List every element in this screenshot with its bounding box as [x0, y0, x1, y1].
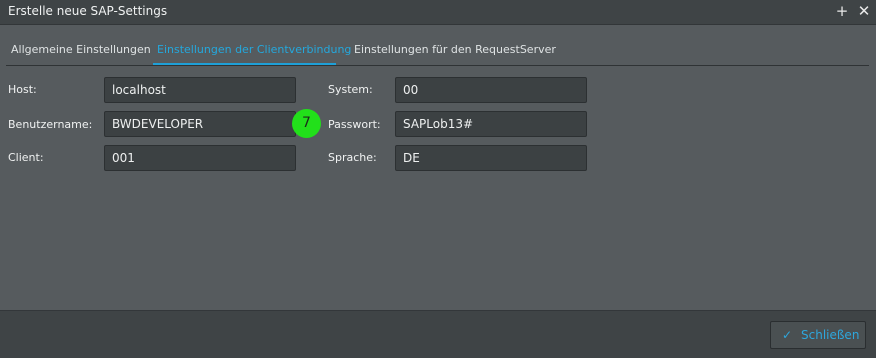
dialog-footer: [0, 310, 876, 358]
client-input[interactable]: [104, 145, 296, 171]
close-dialog-label: Schließen: [801, 328, 860, 342]
check-icon: ✓: [782, 328, 793, 342]
username-label: Benutzername:: [8, 118, 93, 131]
active-tab-indicator: [153, 63, 336, 65]
language-input[interactable]: [395, 145, 587, 171]
title-bar: Erstelle neue SAP-Settings + ✕: [0, 0, 876, 25]
client-label: Client:: [8, 151, 44, 164]
host-input[interactable]: [104, 77, 296, 103]
tab-divider: [6, 65, 869, 66]
password-input[interactable]: [395, 111, 587, 137]
close-icon[interactable]: ✕: [855, 1, 873, 21]
system-input[interactable]: [395, 77, 587, 103]
window-title: Erstelle neue SAP-Settings: [8, 4, 168, 18]
plus-icon[interactable]: +: [833, 1, 851, 21]
tab-client-connection[interactable]: Einstellungen der Clientverbindung: [157, 43, 351, 56]
username-input[interactable]: [104, 111, 296, 137]
password-label: Passwort:: [328, 118, 381, 131]
tab-general-settings[interactable]: Allgemeine Einstellungen: [11, 43, 151, 56]
language-label: Sprache:: [328, 151, 377, 164]
step-number-badge: 7: [292, 109, 321, 138]
host-label: Host:: [8, 83, 37, 96]
tab-request-server[interactable]: Einstellungen für den RequestServer: [354, 43, 556, 56]
system-label: System:: [328, 83, 373, 96]
close-dialog-button[interactable]: ✓ Schließen: [770, 321, 866, 349]
